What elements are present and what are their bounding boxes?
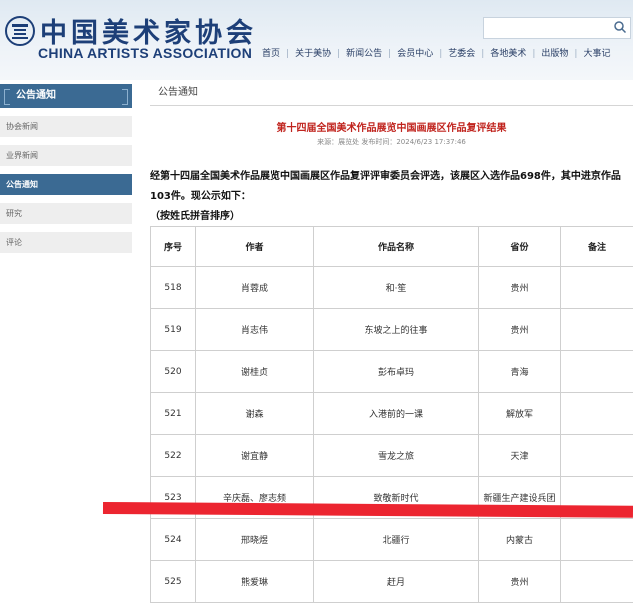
cell-author: 谢桂贞 [196, 351, 314, 393]
cell-number: 524 [151, 519, 196, 561]
cell-number: 518 [151, 267, 196, 309]
sidebar-item-announcements[interactable]: 公告通知 [0, 174, 132, 195]
nav-publications[interactable]: 出版物 [541, 46, 568, 59]
search-input[interactable] [484, 22, 612, 40]
column-header-number: 序号 [151, 227, 196, 267]
nav-separator: | [532, 49, 535, 59]
article-note: （按姓氏拼音排序） [150, 207, 240, 222]
nav-separator: | [286, 49, 289, 59]
bracket-decoration [4, 89, 10, 105]
association-emblem-icon [4, 15, 36, 47]
cell-author: 肖蓉成 [196, 267, 314, 309]
results-table: 序号 作者 作品名称 省份 备注 518 肖蓉成 和·笙 贵州 519 肖志伟 … [150, 226, 633, 603]
cell-number: 521 [151, 393, 196, 435]
nav-separator: | [439, 49, 442, 59]
table-row: 521 谢森 入港前的一课 解放军 [151, 393, 633, 435]
cell-province: 青海 [479, 351, 561, 393]
bracket-decoration [122, 89, 128, 105]
column-header-province: 省份 [479, 227, 561, 267]
cell-province: 贵州 [479, 561, 561, 603]
cell-number: 520 [151, 351, 196, 393]
nav-members[interactable]: 会员中心 [397, 46, 433, 59]
nav-separator: | [388, 49, 391, 59]
table-row: 522 谢宜静 雪龙之旅 天津 [151, 435, 633, 477]
table-header-row: 序号 作者 作品名称 省份 备注 [151, 227, 633, 267]
table-row: 519 肖志伟 东坡之上的往事 贵州 [151, 309, 633, 351]
logo-english[interactable]: CHINA ARTISTS ASSOCIATION [38, 45, 252, 61]
article-meta: 来源：展览处 发布时间：2024/6/23 17:37:46 [150, 137, 633, 147]
cell-author: 谢森 [196, 393, 314, 435]
cell-remarks [561, 309, 633, 351]
nav-separator: | [481, 49, 484, 59]
nav-local-art[interactable]: 各地美术 [490, 46, 526, 59]
article-body: 经第十四届全国美术作品展览中国画展区作品复评评审委员会评选，该展区入选作品698… [150, 167, 633, 207]
cell-author: 肖志伟 [196, 309, 314, 351]
top-nav: 首页 | 关于美协 | 新闻公告 | 会员中心 | 艺委会 | 各地美术 | 出版物 | 大事记 [262, 46, 610, 59]
cell-work: 和·笙 [314, 267, 479, 309]
cell-number: 519 [151, 309, 196, 351]
sidebar-header: 公告通知 [0, 84, 132, 108]
cell-province: 天津 [479, 435, 561, 477]
cell-work: 北疆行 [314, 519, 479, 561]
sidebar-item-reviews[interactable]: 评论 [0, 232, 132, 253]
column-header-author: 作者 [196, 227, 314, 267]
column-header-work: 作品名称 [314, 227, 479, 267]
cell-work: 彭布卓玛 [314, 351, 479, 393]
cell-number: 522 [151, 435, 196, 477]
cell-author: 熊爱琳 [196, 561, 314, 603]
article-title: 第十四届全国美术作品展览中国画展区作品复评结果 [150, 119, 633, 134]
search-box [483, 17, 631, 39]
table-row: 520 谢桂贞 彭布卓玛 青海 [151, 351, 633, 393]
table-row: 518 肖蓉成 和·笙 贵州 [151, 267, 633, 309]
cell-province: 内蒙古 [479, 519, 561, 561]
cell-work: 赶月 [314, 561, 479, 603]
cell-province: 解放军 [479, 393, 561, 435]
cell-remarks [561, 561, 633, 603]
column-header-remarks: 备注 [561, 227, 633, 267]
cell-work: 雪龙之旅 [314, 435, 479, 477]
sidebar-header-label: 公告通知 [16, 90, 56, 101]
cell-work: 东坡之上的往事 [314, 309, 479, 351]
sidebar-item-research[interactable]: 研究 [0, 203, 132, 224]
cell-province: 贵州 [479, 309, 561, 351]
nav-chronicle[interactable]: 大事记 [583, 46, 610, 59]
breadcrumb[interactable]: 公告通知 [150, 84, 633, 106]
nav-news[interactable]: 新闻公告 [346, 46, 382, 59]
cell-remarks [561, 435, 633, 477]
cell-work: 入港前的一课 [314, 393, 479, 435]
cell-remarks [561, 351, 633, 393]
cell-remarks [561, 393, 633, 435]
search-icon[interactable] [613, 20, 627, 34]
sidebar-item-industry-news[interactable]: 业界新闻 [0, 145, 132, 166]
cell-author: 邢晓煜 [196, 519, 314, 561]
sidebar: 公告通知 协会新闻 业界新闻 公告通知 研究 评论 [0, 80, 132, 253]
cell-number: 525 [151, 561, 196, 603]
cell-remarks [561, 519, 633, 561]
table-row: 524 邢晓煜 北疆行 内蒙古 [151, 519, 633, 561]
nav-about[interactable]: 关于美协 [295, 46, 331, 59]
cell-author: 谢宜静 [196, 435, 314, 477]
cell-remarks [561, 267, 633, 309]
table-row: 525 熊爱琳 赶月 贵州 [151, 561, 633, 603]
sidebar-item-association-news[interactable]: 协会新闻 [0, 116, 132, 137]
nav-home[interactable]: 首页 [262, 46, 280, 59]
nav-separator: | [337, 49, 340, 59]
cell-province: 贵州 [479, 267, 561, 309]
nav-art-committee[interactable]: 艺委会 [448, 46, 475, 59]
site-header: 中国美术家协会 CHINA ARTISTS ASSOCIATION 首页|关于美… [0, 0, 633, 80]
nav-separator: | [574, 49, 577, 59]
